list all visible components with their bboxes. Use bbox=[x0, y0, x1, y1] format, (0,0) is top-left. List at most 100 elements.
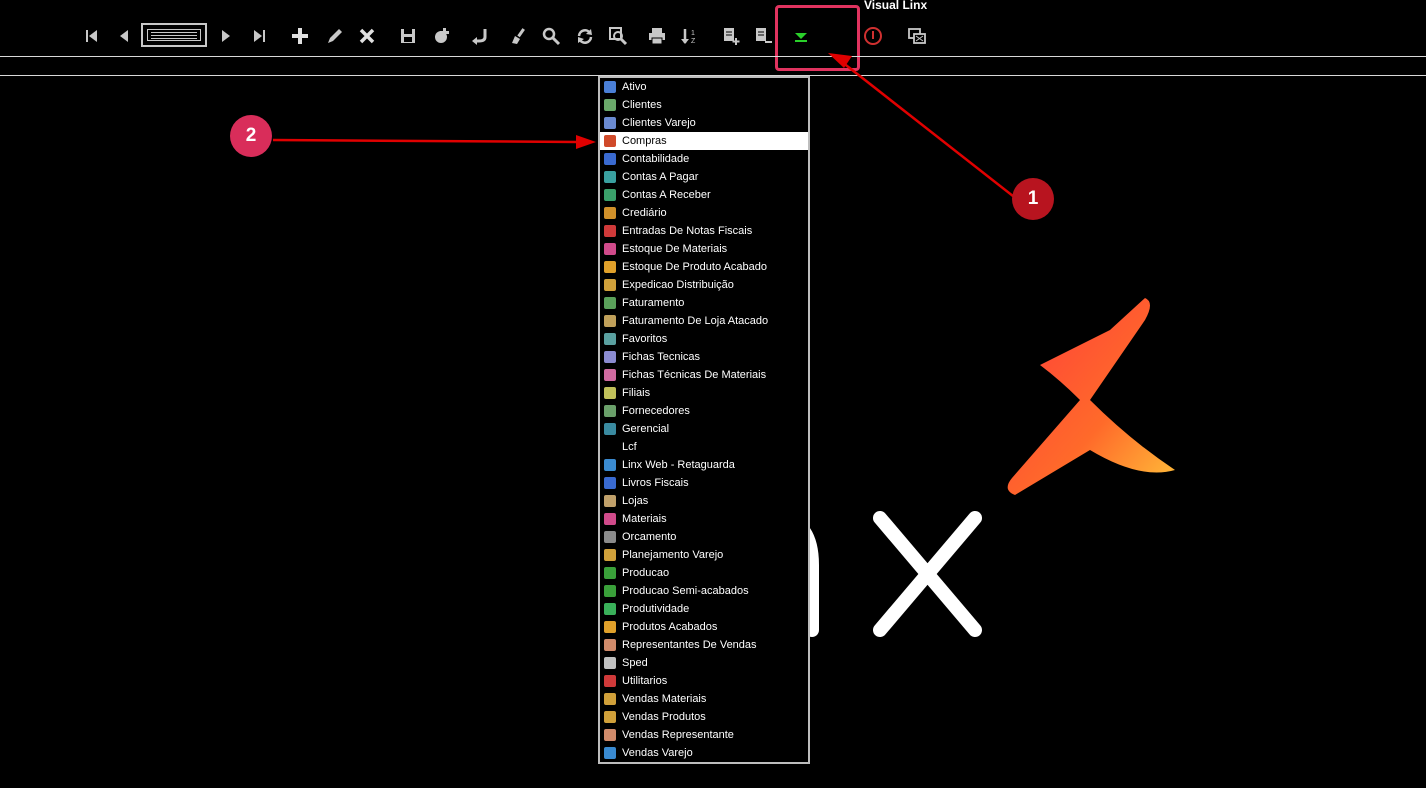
menu-item[interactable]: Crediário bbox=[600, 204, 808, 222]
first-record-button[interactable] bbox=[80, 24, 104, 48]
delete-button[interactable] bbox=[355, 24, 379, 48]
menu-item-label: Filiais bbox=[622, 387, 651, 399]
menu-item-label: Fichas Técnicas De Materiais bbox=[622, 369, 767, 381]
print-icon bbox=[649, 28, 665, 45]
module-icon bbox=[604, 171, 616, 183]
menu-item[interactable]: Representantes De Vendas bbox=[600, 636, 808, 654]
zoom-search-button[interactable] bbox=[606, 24, 630, 48]
menu-item[interactable]: Gerencial bbox=[600, 420, 808, 438]
menu-item[interactable]: Producao Semi-acabados bbox=[600, 582, 808, 600]
module-icon bbox=[604, 315, 616, 327]
menu-item-label: Clientes bbox=[622, 99, 662, 111]
menu-item[interactable]: Lojas bbox=[600, 492, 808, 510]
menu-item[interactable]: Clientes bbox=[600, 96, 808, 114]
menu-item[interactable]: Sped bbox=[600, 654, 808, 672]
module-icon bbox=[604, 189, 616, 201]
stop-icon bbox=[864, 27, 882, 45]
module-icon bbox=[604, 567, 616, 579]
undo-icon bbox=[472, 29, 487, 45]
copy-button[interactable] bbox=[429, 24, 453, 48]
menu-item[interactable]: Livros Fiscais bbox=[600, 474, 808, 492]
menu-item[interactable]: Vendas Varejo bbox=[600, 744, 808, 762]
menu-item[interactable]: Clientes Varejo bbox=[600, 114, 808, 132]
menu-item[interactable]: Fichas Tecnicas bbox=[600, 348, 808, 366]
module-icon bbox=[604, 261, 616, 273]
record-navigator-bar[interactable] bbox=[141, 23, 207, 47]
module-icon bbox=[604, 585, 616, 597]
arrow-2-head bbox=[576, 135, 596, 149]
module-icon bbox=[604, 675, 616, 687]
menu-item[interactable]: Materiais bbox=[600, 510, 808, 528]
menu-item-label: Contas A Receber bbox=[622, 189, 711, 201]
menu-item[interactable]: Estoque De Materiais bbox=[600, 240, 808, 258]
add-record-doc-button[interactable] bbox=[719, 24, 743, 48]
menu-item[interactable]: Orcamento bbox=[600, 528, 808, 546]
refresh-icon bbox=[577, 29, 593, 44]
remove-record-doc-button[interactable] bbox=[751, 24, 775, 48]
print-button[interactable] bbox=[645, 24, 669, 48]
clear-button[interactable] bbox=[507, 24, 531, 48]
menu-item[interactable]: Utilitarios bbox=[600, 672, 808, 690]
module-icon bbox=[604, 693, 616, 705]
menu-item[interactable]: Favoritos bbox=[600, 330, 808, 348]
module-icon bbox=[604, 225, 616, 237]
menu-item[interactable]: Vendas Produtos bbox=[600, 708, 808, 726]
save-button[interactable] bbox=[396, 24, 420, 48]
menu-item[interactable]: Filiais bbox=[600, 384, 808, 402]
pencil-icon bbox=[328, 29, 342, 43]
menu-item[interactable]: Lcf bbox=[600, 438, 808, 456]
first-icon bbox=[86, 30, 97, 42]
refresh-button[interactable] bbox=[573, 24, 597, 48]
module-icon bbox=[604, 747, 616, 759]
menu-item-label: Orcamento bbox=[622, 531, 677, 543]
toolbar: 1Z bbox=[0, 0, 1426, 74]
module-icon bbox=[604, 297, 616, 309]
edit-button[interactable] bbox=[323, 24, 347, 48]
menu-item[interactable]: Entradas De Notas Fiscais bbox=[600, 222, 808, 240]
add-button[interactable] bbox=[288, 24, 312, 48]
next-record-button[interactable] bbox=[214, 24, 238, 48]
module-icon bbox=[604, 387, 616, 399]
search-button[interactable] bbox=[539, 24, 563, 48]
menu-item[interactable]: Planejamento Varejo bbox=[600, 546, 808, 564]
menu-item-label: Ativo bbox=[622, 81, 647, 93]
module-icon bbox=[604, 477, 616, 489]
menu-item-label: Crediário bbox=[622, 207, 667, 219]
previous-record-button[interactable] bbox=[112, 24, 136, 48]
menu-item-label: Vendas Varejo bbox=[622, 747, 693, 759]
menu-item-label: Linx Web - Retaguarda bbox=[622, 459, 735, 471]
menu-item[interactable]: Contas A Pagar bbox=[600, 168, 808, 186]
menu-item-label: Producao bbox=[622, 567, 670, 579]
menu-item[interactable]: Fornecedores bbox=[600, 402, 808, 420]
module-icon bbox=[604, 459, 616, 471]
menu-item[interactable]: Producao bbox=[600, 564, 808, 582]
menu-item[interactable]: Contabilidade bbox=[600, 150, 808, 168]
menu-item[interactable]: Linx Web - Retaguarda bbox=[600, 456, 808, 474]
menu-item-label: Materiais bbox=[622, 513, 667, 525]
module-icon bbox=[604, 423, 616, 435]
undo-button[interactable] bbox=[468, 24, 492, 48]
menu-item[interactable]: Contas A Receber bbox=[600, 186, 808, 204]
menu-item-label: Expedicao Distribuição bbox=[622, 279, 734, 291]
search-icon bbox=[542, 27, 561, 46]
menu-item[interactable]: Fichas Técnicas De Materiais bbox=[600, 366, 808, 384]
svg-text:Z: Z bbox=[691, 38, 696, 45]
sort-button[interactable]: 1Z bbox=[678, 24, 702, 48]
menu-item-label: Estoque De Produto Acabado bbox=[622, 261, 767, 273]
arrow-1 bbox=[841, 61, 1019, 201]
menu-item[interactable]: Ativo bbox=[600, 78, 808, 96]
stop-button[interactable] bbox=[861, 24, 885, 48]
menu-item[interactable]: Vendas Representante bbox=[600, 726, 808, 744]
module-icon bbox=[604, 531, 616, 543]
menu-item[interactable]: Expedicao Distribuição bbox=[600, 276, 808, 294]
menu-item-label: Clientes Varejo bbox=[622, 117, 696, 129]
menu-item[interactable]: Faturamento De Loja Atacado bbox=[600, 312, 808, 330]
menu-item[interactable]: Compras bbox=[600, 132, 808, 150]
last-record-button[interactable] bbox=[247, 24, 271, 48]
menu-item[interactable]: Produtividade bbox=[600, 600, 808, 618]
menu-item[interactable]: Produtos Acabados bbox=[600, 618, 808, 636]
windows-button[interactable] bbox=[905, 24, 929, 48]
menu-item[interactable]: Faturamento bbox=[600, 294, 808, 312]
menu-item[interactable]: Estoque De Produto Acabado bbox=[600, 258, 808, 276]
menu-item[interactable]: Vendas Materiais bbox=[600, 690, 808, 708]
